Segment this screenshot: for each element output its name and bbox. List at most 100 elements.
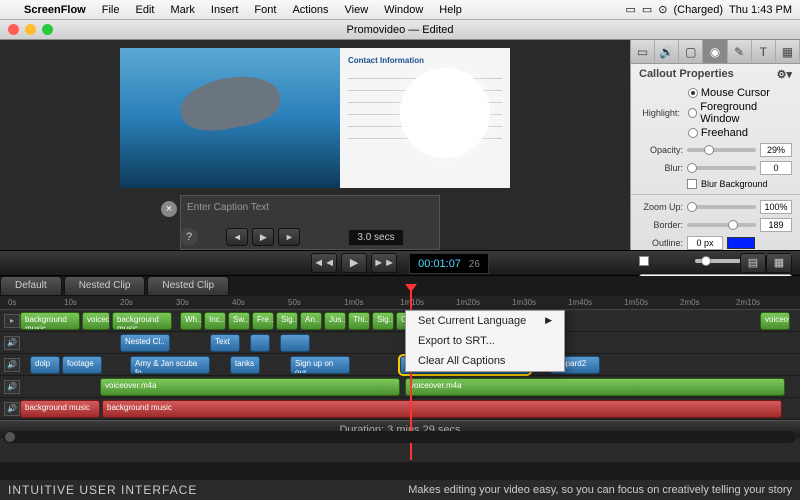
- rewind-button[interactable]: ◄◄: [311, 253, 337, 273]
- mute-icon[interactable]: 🔊: [4, 402, 20, 416]
- border-value[interactable]: 189: [760, 218, 792, 232]
- display-icon[interactable]: ▭: [642, 3, 652, 16]
- view-a-button[interactable]: ▤: [740, 253, 766, 273]
- outline-px[interactable]: 0 px: [687, 236, 723, 250]
- menu-set-language[interactable]: Set Current Language▶: [406, 311, 564, 331]
- clip[interactable]: Text: [210, 334, 240, 352]
- zoom-slider[interactable]: [687, 205, 756, 209]
- mute-icon[interactable]: 🔊: [4, 358, 20, 372]
- prev-button[interactable]: ◄: [226, 228, 248, 246]
- clip[interactable]: voiceov: [82, 312, 110, 330]
- clip[interactable]: Sig..: [372, 312, 394, 330]
- clip[interactable]: Thi..: [348, 312, 370, 330]
- menu-clear-captions[interactable]: Clear All Captions: [406, 351, 564, 371]
- play-button[interactable]: ▶: [252, 228, 274, 246]
- menu-mark[interactable]: Mark: [162, 4, 202, 16]
- shadow-checkbox[interactable]: [639, 256, 649, 266]
- gear-icon[interactable]: ⚙▾: [777, 68, 792, 81]
- video-frame: [120, 48, 340, 188]
- radio-freehand[interactable]: [688, 128, 698, 138]
- opacity-value[interactable]: 29%: [760, 143, 792, 157]
- caption-input[interactable]: Enter Caption Text: [187, 202, 433, 213]
- tab-audio[interactable]: 🔊: [655, 40, 679, 63]
- clip[interactable]: Inc..: [204, 312, 226, 330]
- preview[interactable]: Contact Information: [120, 48, 510, 188]
- blur-bg-checkbox[interactable]: [687, 179, 697, 189]
- tab-annotate[interactable]: ✎: [728, 40, 752, 63]
- close-button[interactable]: [8, 24, 19, 35]
- zoom-button[interactable]: [42, 24, 53, 35]
- radio-window[interactable]: [688, 108, 697, 118]
- menu-app[interactable]: ScreenFlow: [16, 4, 94, 16]
- track-2[interactable]: 🔊 Nested Cl.. Text: [0, 332, 800, 354]
- track-4[interactable]: 🔊 voiceover.m4a voiceover.m4a: [0, 376, 800, 398]
- tab-media[interactable]: ▦: [776, 40, 800, 63]
- clip[interactable]: Fre..: [252, 312, 274, 330]
- track-1[interactable]: ▸ background music voiceov background mu…: [0, 310, 800, 332]
- tab-callout[interactable]: ◉: [703, 40, 727, 63]
- ffwd-button[interactable]: ►►: [371, 253, 397, 273]
- wifi-icon[interactable]: ⊙: [658, 3, 667, 16]
- mute-icon[interactable]: 🔊: [4, 380, 20, 394]
- track-toggle-icon[interactable]: ▸: [4, 314, 20, 328]
- menu-font[interactable]: Font: [246, 4, 284, 16]
- menu-edit[interactable]: Edit: [127, 4, 162, 16]
- clip[interactable]: Sw..: [228, 312, 250, 330]
- next-button[interactable]: ►: [278, 228, 300, 246]
- radio-mouse[interactable]: [688, 88, 698, 98]
- clip[interactable]: [280, 334, 310, 352]
- clock[interactable]: Thu 1:43 PM: [729, 4, 792, 16]
- clip[interactable]: Jus..: [324, 312, 346, 330]
- minimize-button[interactable]: [25, 24, 36, 35]
- camera-icon[interactable]: ▭: [625, 3, 635, 16]
- clip[interactable]: Sign up on our: [290, 356, 350, 374]
- track-5[interactable]: 🔊 background music background music: [0, 398, 800, 420]
- h-scrollbar[interactable]: [4, 431, 796, 443]
- menu-insert[interactable]: Insert: [203, 4, 247, 16]
- mute-icon[interactable]: 🔊: [4, 336, 20, 350]
- clip[interactable]: [250, 334, 270, 352]
- clip[interactable]: voiceover.m4a: [405, 378, 785, 396]
- clip[interactable]: dolp: [30, 356, 60, 374]
- play-pause-button[interactable]: ▶: [341, 253, 367, 273]
- clip[interactable]: An..: [300, 312, 322, 330]
- tab-default[interactable]: Default: [0, 276, 62, 296]
- outline-color[interactable]: [727, 237, 755, 249]
- menu-view[interactable]: View: [337, 4, 377, 16]
- clip[interactable]: Sig..: [276, 312, 298, 330]
- canvas-area[interactable]: Contact Information × Enter Caption Text…: [0, 40, 630, 250]
- clip[interactable]: Nested Cl..: [120, 334, 170, 352]
- clip[interactable]: voiceov: [760, 312, 790, 330]
- timecode[interactable]: 00:01:07 26: [409, 253, 489, 274]
- menu-window[interactable]: Window: [376, 4, 431, 16]
- clip[interactable]: footage: [62, 356, 102, 374]
- clip[interactable]: voiceover.m4a: [100, 378, 400, 396]
- caption-close-button[interactable]: ×: [161, 201, 177, 217]
- ruler[interactable]: 0s 10s 20s 30s 40s 50s 1m0s 1m10s 1m20s …: [0, 296, 800, 310]
- blur-bg-label: Blur Background: [701, 179, 768, 189]
- blur-value[interactable]: 0: [760, 161, 792, 175]
- blur-slider[interactable]: [687, 166, 756, 170]
- menu-file[interactable]: File: [94, 4, 128, 16]
- tab-screen[interactable]: ▢: [679, 40, 703, 63]
- clip[interactable]: Amy & Jan scuba fo: [130, 356, 210, 374]
- clip[interactable]: background music: [112, 312, 172, 330]
- tab-text[interactable]: T: [752, 40, 776, 63]
- clip[interactable]: tanks: [230, 356, 260, 374]
- view-b-button[interactable]: ▦: [766, 253, 792, 273]
- clip[interactable]: background music: [20, 400, 100, 418]
- opacity-slider[interactable]: [687, 148, 756, 152]
- menu-actions[interactable]: Actions: [284, 4, 336, 16]
- clip[interactable]: Wh..: [180, 312, 202, 330]
- border-slider[interactable]: [687, 223, 756, 227]
- timeline[interactable]: Default Nested Clip Nested Clip 0s 10s 2…: [0, 276, 800, 462]
- clip[interactable]: background music: [102, 400, 782, 418]
- menu-help[interactable]: Help: [431, 4, 470, 16]
- tab-nested-2[interactable]: Nested Clip: [147, 276, 229, 296]
- clip[interactable]: background music: [20, 312, 80, 330]
- tab-video[interactable]: ▭: [631, 40, 655, 63]
- zoom-value[interactable]: 100%: [760, 200, 792, 214]
- menu-export-srt[interactable]: Export to SRT...: [406, 331, 564, 351]
- track-3[interactable]: 🔊 dolp footage Amy & Jan scuba fo tanks …: [0, 354, 800, 376]
- tab-nested-1[interactable]: Nested Clip: [64, 276, 146, 296]
